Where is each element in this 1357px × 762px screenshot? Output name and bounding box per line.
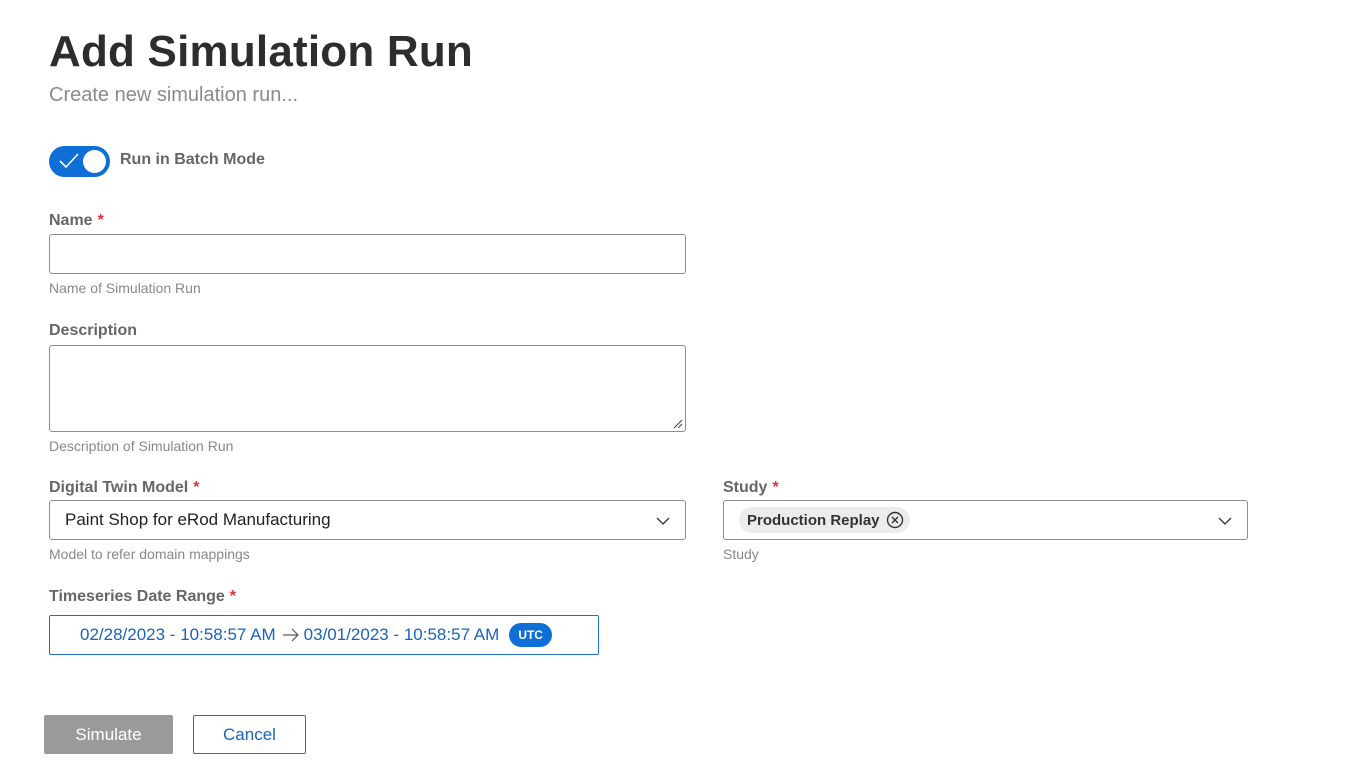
name-hint: Name of Simulation Run [49,280,201,296]
description-field-label: Description [49,321,137,341]
arrow-right-icon [282,628,299,642]
digital-twin-model-field-label: Digital Twin Model * [49,478,199,498]
batch-mode-row: Run in Batch Mode [49,146,265,177]
required-marker: * [772,479,779,496]
name-input[interactable] [50,235,685,273]
description-textarea[interactable] [50,346,685,431]
digital-twin-model-label-text: Digital Twin Model [49,479,189,496]
description-label-text: Description [49,322,138,339]
name-field-label: Name * [49,211,104,231]
digital-twin-model-value: Paint Shop for eRod Manufacturing [65,510,331,529]
study-field-label: Study * [723,478,779,498]
checkmark-icon [59,153,79,169]
chevron-down-icon [1218,517,1232,525]
batch-mode-toggle[interactable] [49,146,110,177]
study-chip-label: Production Replay [747,511,880,529]
date-range-field-label: Timeseries Date Range * [49,587,236,607]
digital-twin-model-hint: Model to refer domain mappings [49,546,250,562]
study-chip: Production Replay [739,507,910,533]
chevron-down-icon [656,517,670,525]
batch-mode-label: Run in Batch Mode [120,150,265,168]
remove-chip-icon[interactable] [886,511,904,529]
timezone-badge[interactable]: UTC [509,623,552,647]
study-select[interactable]: Production Replay [723,500,1248,540]
page-title: Add Simulation Run [49,27,474,76]
toggle-knob [83,150,106,173]
study-label-text: Study [723,479,768,496]
resize-grip-icon[interactable] [673,419,683,429]
date-range-label-text: Timeseries Date Range [49,588,225,605]
page-subtitle: Create new simulation run... [49,84,299,106]
name-label-text: Name [49,212,93,229]
study-hint: Study [723,546,759,562]
name-field-container [49,234,686,274]
date-range-end: 03/01/2023 - 10:58:57 AM [303,625,500,644]
date-range-start: 02/28/2023 - 10:58:57 AM [80,625,276,644]
required-marker: * [229,588,237,605]
description-field-container [49,345,686,432]
date-range-picker[interactable]: 02/28/2023 - 10:58:57 AM 03/01/2023 - 10… [49,615,599,655]
simulate-button[interactable]: Simulate [44,715,173,754]
cancel-button[interactable]: Cancel [193,715,306,754]
required-marker: * [97,212,104,229]
digital-twin-model-select[interactable]: Paint Shop for eRod Manufacturing [49,500,686,540]
required-marker: * [193,479,200,496]
description-hint: Description of Simulation Run [49,438,234,454]
add-simulation-run-page: Add Simulation Run Create new simulation… [0,0,1357,762]
